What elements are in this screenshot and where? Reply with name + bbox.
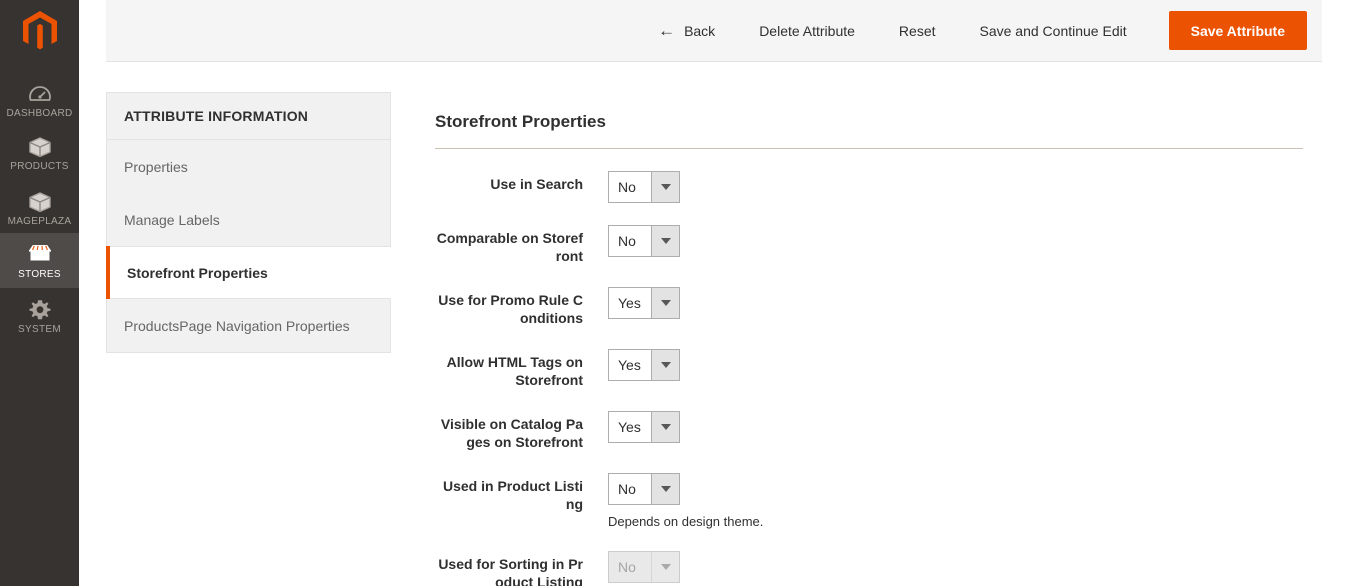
sidebar-item-system[interactable]: SYSTEM [0,288,79,343]
field-use-for-promo-rule-conditions: Use for Promo Rule Conditions Yes [435,287,1303,327]
field-used-in-product-listing: Used in Product Listing No Depends on de… [435,473,1303,529]
select-value: Yes [618,419,641,435]
chevron-down-icon [651,226,679,256]
nav-item-label: Manage Labels [124,211,220,228]
chevron-down-icon [651,474,679,504]
reset-button[interactable]: Reset [877,14,958,48]
save-and-continue-edit-button[interactable]: Save and Continue Edit [958,14,1149,48]
use-for-promo-rule-conditions-select[interactable]: Yes [608,287,680,319]
storefront-icon [27,242,53,266]
field-note: Depends on design theme. [608,514,764,529]
field-used-for-sorting-in-product-listing: Used for Sorting in Product Listing No D… [435,551,1303,586]
nav-item-label: ProductsPage Navigation Properties [124,317,350,334]
sidebar-item-stores[interactable]: STORES [0,233,79,288]
select-value: Yes [618,295,641,311]
field-use-in-search: Use in Search No [435,171,1303,203]
nav-item-manage-labels[interactable]: Manage Labels [107,193,390,246]
field-allow-html-tags-on-storefront: Allow HTML Tags on Storefront Yes [435,349,1303,389]
dashboard-gauge-icon [27,81,53,105]
chevron-down-icon [651,350,679,380]
sidebar-item-label: STORES [18,268,61,280]
field-label: Used for Sorting in Product Listing [438,556,583,586]
admin-page: DASHBOARD PRODUCTS MAGEPLAZA STORES SYST… [0,0,1349,586]
page-title: Storefront Properties [435,112,1303,149]
back-button[interactable]: ← Back [630,14,737,48]
sidebar-item-dashboard[interactable]: DASHBOARD [0,72,79,127]
nav-item-label: Properties [124,158,188,175]
use-in-search-select[interactable]: No [608,171,680,203]
sidebar-item-label: DASHBOARD [6,107,73,119]
chevron-down-icon [651,412,679,442]
sidebar-item-products[interactable]: PRODUCTS [0,125,79,180]
sidebar-item-label: PRODUCTS [10,160,69,172]
select-value: No [618,179,636,195]
attribute-information-title: ATTRIBUTE INFORMATION [106,92,391,140]
admin-sidebar: DASHBOARD PRODUCTS MAGEPLAZA STORES SYST… [0,0,79,586]
select-value: No [618,559,636,575]
chevron-down-icon [651,288,679,318]
field-label: Used in Product Listing [442,478,583,512]
arrow-left-icon: ← [658,21,676,40]
select-value: No [618,481,636,497]
nav-item-properties[interactable]: Properties [107,140,390,193]
save-attribute-button[interactable]: Save Attribute [1168,11,1307,50]
comparable-on-storefront-select[interactable]: No [608,225,680,257]
used-for-sorting-in-product-listing-select: No [608,551,680,583]
visible-on-catalog-pages-on-storefront-select[interactable]: Yes [608,411,680,443]
field-label: Use for Promo Rule Conditions [438,292,583,326]
field-label: Use in Search [490,176,583,192]
chevron-down-icon [651,552,679,582]
sidebar-item-label: MAGEPLAZA [7,215,72,227]
box-icon [27,134,53,158]
field-visible-on-catalog-pages-on-storefront: Visible on Catalog Pages on Storefront Y… [435,411,1303,451]
attribute-information-list: Properties Manage Labels Storefront Prop… [106,140,391,353]
sidebar-item-mageplaza[interactable]: MAGEPLAZA [0,180,79,235]
field-label: Visible on Catalog Pages on Storefront [440,416,583,450]
magento-logo[interactable] [0,6,79,56]
field-label: Comparable on Storefront [436,230,583,264]
sidebar-item-label: SYSTEM [18,323,61,335]
page-actions-toolbar: ← Back Delete Attribute Reset Save and C… [106,0,1322,62]
box-icon [27,189,53,213]
field-comparable-on-storefront: Comparable on Storefront No [435,225,1303,265]
nav-item-label: Storefront Properties [127,264,268,281]
gear-icon [27,297,53,321]
select-value: Yes [618,357,641,373]
back-button-label: Back [684,22,716,39]
magento-logo-icon [22,11,57,50]
field-label: Allow HTML Tags on Storefront [446,354,583,388]
nav-item-storefront-properties[interactable]: Storefront Properties [106,246,391,299]
storefront-properties-form: Storefront Properties Use in Search No C… [435,112,1303,586]
delete-attribute-button[interactable]: Delete Attribute [737,14,877,48]
allow-html-tags-on-storefront-select[interactable]: Yes [608,349,680,381]
attribute-information-panel: ATTRIBUTE INFORMATION Properties Manage … [106,92,391,353]
used-in-product-listing-select[interactable]: No [608,473,680,505]
nav-item-productspage-navigation-properties[interactable]: ProductsPage Navigation Properties [107,299,390,352]
chevron-down-icon [651,172,679,202]
select-value: No [618,233,636,249]
